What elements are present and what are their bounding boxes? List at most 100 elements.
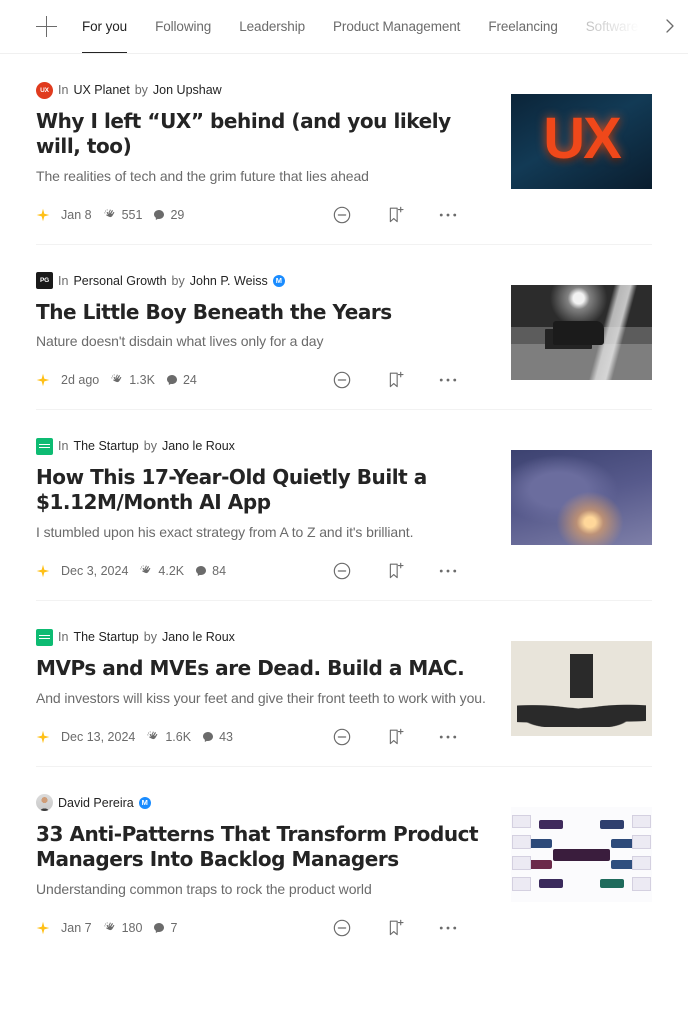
author-name[interactable]: Jano le Roux — [162, 630, 235, 644]
mindmap-node — [539, 879, 564, 888]
article-meta-row: Jan 8 551 29 — [36, 204, 493, 226]
article-thumbnail-wrap — [511, 793, 652, 902]
publication-name[interactable]: Personal Growth — [73, 274, 166, 288]
comment-count: 43 — [202, 730, 233, 744]
save-story-button[interactable] — [386, 205, 405, 225]
byline-by-label: by — [134, 83, 148, 97]
comment-count-value: 24 — [182, 373, 197, 388]
comment-count: 84 — [195, 564, 226, 578]
article-card[interactable]: David Pereira M 33 Anti-Patterns That Tran… — [36, 767, 652, 957]
chevron-right-icon[interactable] — [660, 16, 680, 36]
author-name[interactable]: John P. Weiss — [190, 274, 268, 288]
hide-story-button[interactable] — [332, 370, 352, 390]
article-title[interactable]: 33 Anti-Patterns That Transform Product … — [36, 822, 493, 872]
save-story-button[interactable] — [386, 727, 405, 747]
avatar-initials: PG — [40, 277, 49, 285]
tab-leadership[interactable]: Leadership — [239, 0, 305, 53]
article-thumbnail[interactable]: UX — [511, 94, 652, 189]
tab-for-you[interactable]: For you — [82, 0, 127, 53]
article-meta-row: 2d ago 1.3K 24 — [36, 369, 493, 391]
save-bookmark-icon — [389, 206, 404, 222]
article-title[interactable]: The Little Boy Beneath the Years — [36, 300, 493, 325]
hide-story-icon — [333, 206, 351, 223]
article-thumbnail[interactable] — [511, 641, 652, 737]
save-story-button[interactable] — [386, 370, 405, 390]
clap-count-value: 180 — [121, 920, 143, 935]
article-card[interactable]: UX In UX Planet by Jon Upshaw Why I left “UX”… — [36, 54, 652, 245]
article-thumbnail[interactable] — [511, 806, 652, 902]
more-options-button[interactable] — [439, 925, 457, 931]
article-card[interactable]: PG In Personal Growth by John P. Weiss M The L… — [36, 245, 652, 411]
tab-following[interactable]: Following — [155, 0, 211, 53]
article-meta-row: Dec 3, 2024 4.2K 84 — [36, 560, 493, 582]
mindmap-node — [599, 879, 624, 888]
article-thumbnail-wrap — [511, 436, 652, 546]
author-name[interactable]: Jon Upshaw — [153, 83, 222, 97]
hide-story-button[interactable] — [332, 918, 352, 938]
article-feed: UX In UX Planet by Jon Upshaw Why I left “UX”… — [0, 54, 688, 957]
article-card[interactable]: In The Startup by Jano le Roux How This 17-Y… — [36, 410, 652, 602]
comment-icon — [166, 375, 177, 386]
hide-story-icon — [333, 919, 351, 936]
article-byline: David Pereira M — [36, 793, 493, 813]
more-options-icon — [439, 735, 457, 739]
mindmap-leaf — [632, 814, 651, 828]
topic-tabs: For you Following Leadership Product Manage… — [82, 0, 688, 53]
article-title[interactable]: Why I left “UX” behind (and you likely w… — [36, 109, 493, 159]
clap-icon — [140, 565, 151, 574]
author-avatar[interactable] — [36, 794, 53, 812]
publish-date: Jan 8 — [61, 207, 92, 222]
save-story-button[interactable] — [386, 561, 405, 581]
more-options-button[interactable] — [439, 377, 457, 383]
tab-product-management[interactable]: Product Management — [333, 0, 460, 53]
add-topic-button[interactable] — [36, 15, 58, 38]
article-meta-row: Jan 7 180 7 — [36, 917, 493, 939]
comment-icon — [203, 731, 214, 742]
more-options-icon — [439, 379, 457, 382]
publish-date: Dec 3, 2024 — [61, 564, 129, 579]
hide-story-button[interactable] — [332, 727, 352, 747]
article-stats: Jan 8 551 29 — [36, 208, 184, 222]
comment-count-value: 84 — [212, 564, 227, 579]
byline-by-label: by — [143, 439, 157, 454]
byline-by-label: by — [143, 630, 157, 645]
author-name[interactable]: David Pereira — [58, 796, 134, 810]
hide-story-button[interactable] — [332, 205, 352, 225]
comment-icon — [154, 922, 165, 933]
more-options-icon — [439, 569, 457, 573]
clap-count-value: 1.3K — [129, 373, 155, 388]
article-title[interactable]: MVPs and MVEs are Dead. Build a MAC. — [36, 656, 493, 681]
publication-name[interactable]: The Startup — [73, 439, 138, 453]
mindmap-leaf — [632, 835, 651, 849]
save-story-button[interactable] — [386, 918, 405, 938]
mindmap-leaf — [512, 835, 531, 849]
article-byline: In The Startup by Jano le Roux — [36, 627, 493, 647]
article-content: UX In UX Planet by Jon Upshaw Why I left “UX”… — [36, 80, 493, 226]
save-bookmark-icon — [389, 372, 404, 388]
article-thumbnail[interactable] — [511, 450, 652, 546]
comment-icon — [154, 209, 165, 220]
mindmap-node — [539, 820, 564, 829]
author-name[interactable]: Jano le Roux — [162, 439, 235, 453]
article-content: David Pereira M 33 Anti-Patterns That Tran… — [36, 793, 493, 939]
tab-software-e[interactable]: Software E — [586, 0, 651, 53]
publication-avatar[interactable]: PG — [36, 272, 53, 290]
article-stats: 2d ago 1.3K 24 — [36, 373, 197, 387]
article-title[interactable]: How This 17-Year-Old Quietly Built a $1.… — [36, 465, 493, 515]
publication-avatar[interactable]: UX — [36, 81, 53, 99]
more-options-button[interactable] — [439, 734, 457, 740]
more-options-button[interactable] — [439, 212, 457, 218]
publication-name[interactable]: The Startup — [73, 630, 138, 644]
hide-story-icon — [333, 372, 351, 389]
publication-name[interactable]: UX Planet — [73, 83, 129, 97]
publication-avatar[interactable] — [36, 628, 53, 646]
clap-count: 180 — [103, 920, 143, 935]
article-thumbnail[interactable] — [511, 284, 652, 380]
publication-avatar[interactable] — [36, 437, 53, 455]
more-options-button[interactable] — [439, 568, 457, 574]
article-card[interactable]: In The Startup by Jano le Roux MVPs and MVEs… — [36, 601, 652, 767]
tab-freelancing[interactable]: Freelancing — [488, 0, 558, 53]
byline-by-label: by — [171, 273, 185, 288]
article-thumbnail-wrap — [511, 271, 652, 380]
hide-story-button[interactable] — [332, 561, 352, 581]
